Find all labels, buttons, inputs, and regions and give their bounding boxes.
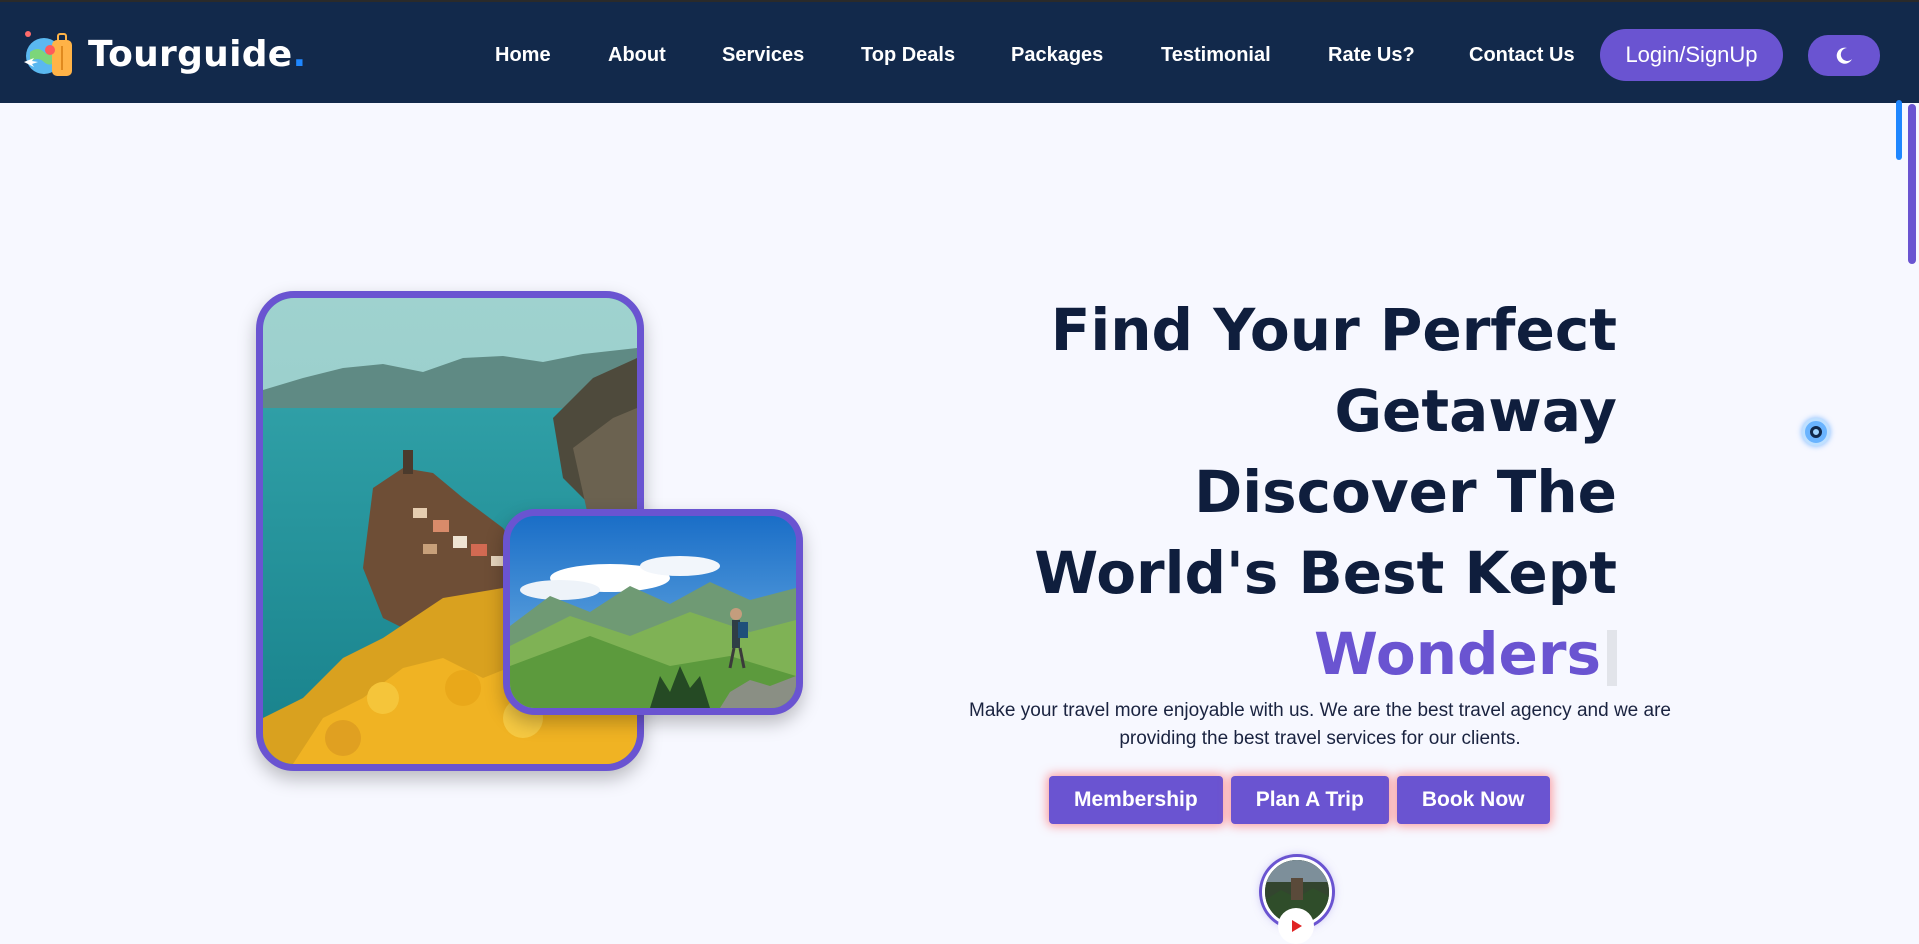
nav-top-deals[interactable]: Top Deals: [861, 33, 955, 77]
theme-toggle-button[interactable]: [1808, 35, 1880, 76]
play-icon: [1292, 920, 1302, 932]
plan-a-trip-button[interactable]: Plan A Trip: [1230, 776, 1389, 824]
hero-headline: Find Your Perfect Getaway Discover The W…: [917, 290, 1617, 695]
play-video-button[interactable]: [1278, 908, 1314, 944]
moon-icon: [1836, 47, 1852, 64]
headline-line-5: Wonders: [917, 614, 1617, 695]
scrollbar-thumb[interactable]: [1908, 104, 1916, 264]
nav-testimonial[interactable]: Testimonial: [1161, 33, 1271, 77]
headline-line-4: World's Best Kept: [1034, 539, 1617, 607]
mountain-hiker-image: [503, 509, 803, 715]
nav-home[interactable]: Home: [495, 33, 551, 77]
floating-cursor-dot: [1802, 418, 1830, 446]
nav-rate-us[interactable]: Rate Us?: [1328, 33, 1415, 77]
typing-cursor: [1607, 629, 1617, 686]
nav-packages[interactable]: Packages: [1011, 33, 1103, 77]
headline-line-2: Getaway: [1334, 377, 1617, 445]
navbar: Tourguide. Home About Services Top Deals…: [0, 2, 1919, 103]
hero-cta-group: Membership Plan A Trip Book Now: [1049, 776, 1550, 824]
headline-line-1: Find Your Perfect: [1050, 296, 1617, 364]
nav-about[interactable]: About: [608, 33, 666, 77]
book-now-button[interactable]: Book Now: [1396, 776, 1550, 824]
headline-accent-word: Wonders: [1313, 620, 1601, 688]
membership-button[interactable]: Membership: [1049, 776, 1223, 824]
brand-name: Tourguide.: [88, 33, 307, 75]
nav-contact-us[interactable]: Contact Us: [1469, 33, 1575, 77]
headline-line-3: Discover The: [1194, 458, 1617, 526]
scroll-progress-indicator: [1896, 100, 1902, 160]
hero-subtitle: Make your travel more enjoyable with us.…: [969, 700, 1671, 749]
brand-logo[interactable]: Tourguide.: [22, 28, 307, 80]
globe-luggage-icon: [24, 31, 72, 76]
nav-services[interactable]: Services: [722, 33, 804, 77]
login-signup-button[interactable]: Login/SignUp: [1600, 29, 1783, 81]
